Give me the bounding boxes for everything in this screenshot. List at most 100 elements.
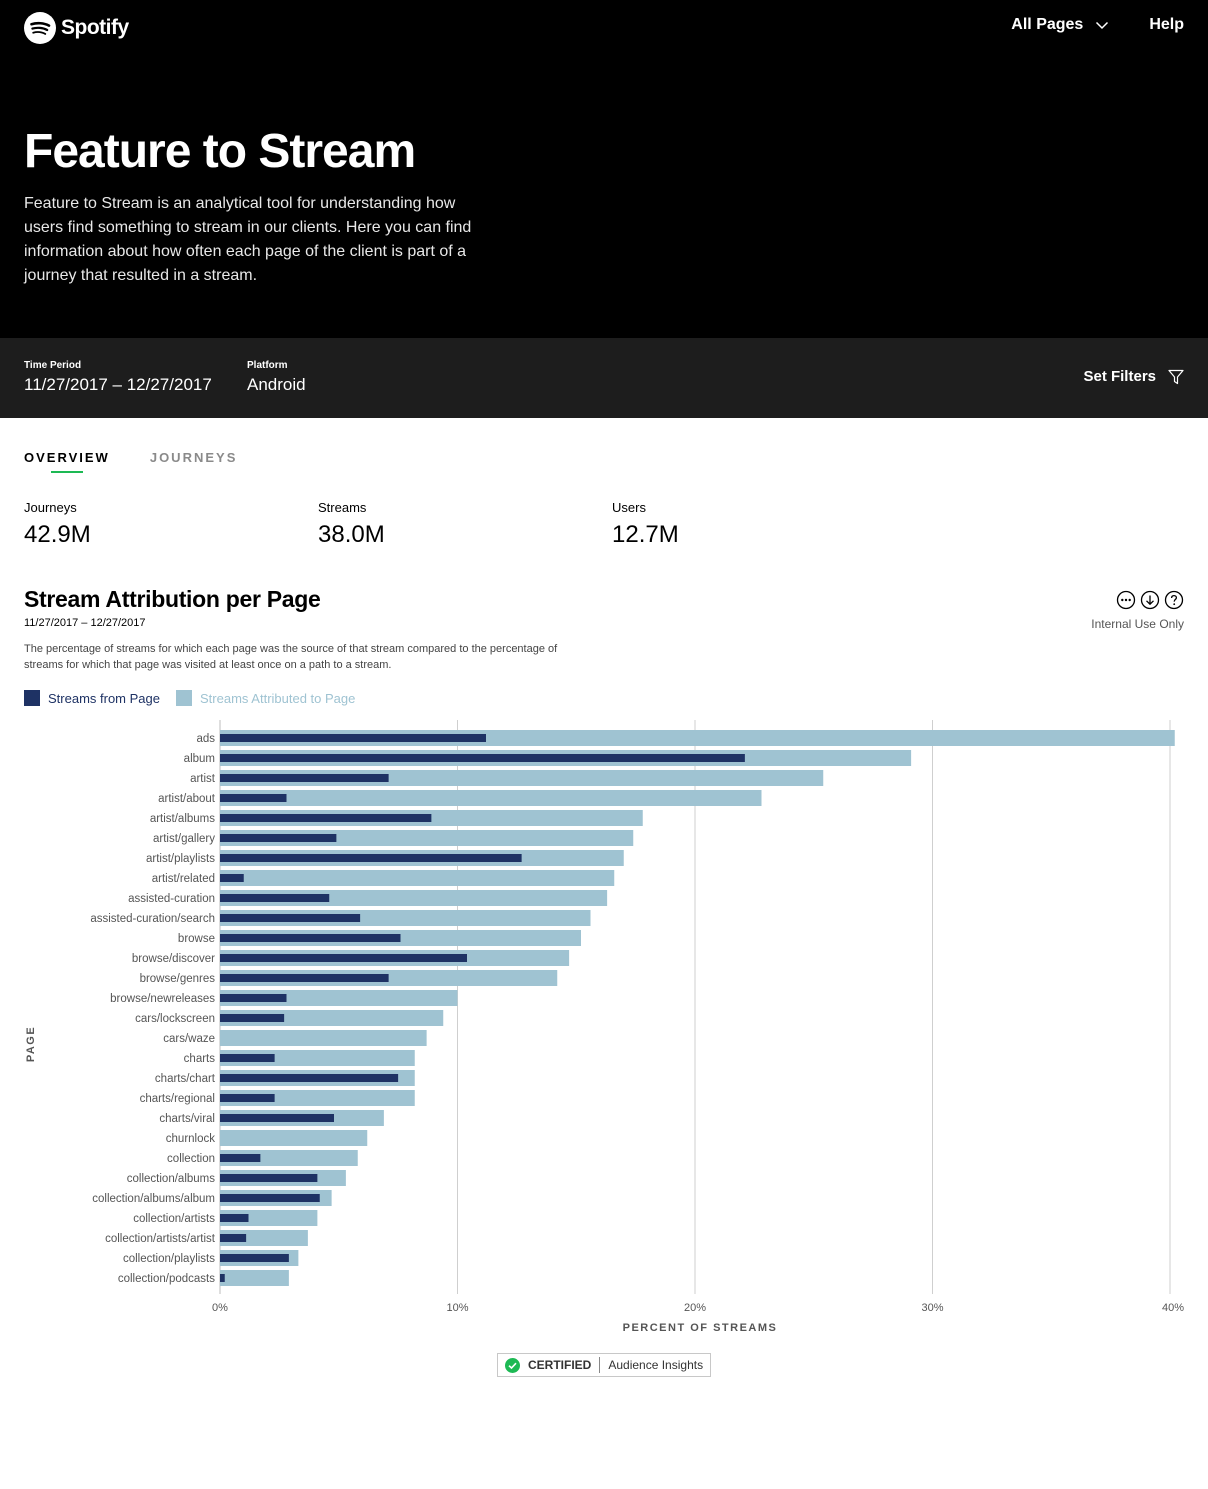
bar-streams-from-page	[220, 954, 467, 962]
bar-streams-from-page	[220, 1114, 334, 1122]
category-label: browse/genres	[140, 973, 216, 985]
category-label: ads	[196, 733, 215, 745]
bar-streams-attributed	[220, 870, 615, 886]
category-label: artist/about	[158, 793, 216, 805]
bar-streams-from-page	[220, 754, 745, 762]
all-pages-label: All Pages	[1011, 16, 1084, 33]
legend-item-streams-attributed[interactable]: Streams Attributed to Page	[176, 690, 355, 706]
time-period-label: Time Period	[24, 360, 82, 371]
category-label: charts/viral	[159, 1113, 215, 1125]
category-label: collection/playlists	[123, 1253, 215, 1265]
x-tick-label: 30%	[921, 1302, 943, 1314]
bar-streams-from-page	[220, 934, 401, 942]
category-label: cars/lockscreen	[135, 1013, 215, 1025]
set-filters-button[interactable]: Set Filters	[1083, 368, 1184, 385]
bar-streams-from-page	[220, 1074, 399, 1082]
bar-streams-from-page	[220, 914, 361, 922]
category-label: browse	[178, 933, 215, 945]
x-tick-label: 40%	[1162, 1302, 1184, 1314]
stream-attribution-chart: ads album artist artist/about artist/albums a…	[25, 720, 1184, 1334]
platform-filter: Platform Android	[247, 360, 306, 395]
download-icon[interactable]	[1140, 590, 1160, 610]
category-label: collection/artists/artist	[105, 1233, 216, 1245]
stat-label: Journeys	[24, 500, 77, 515]
category-label: browse/newreleases	[110, 993, 215, 1005]
category-label: collection	[167, 1153, 215, 1165]
spotify-logo[interactable]: Spotify	[24, 12, 129, 44]
bar-streams-from-page	[220, 834, 337, 842]
legend-label: Streams Attributed to Page	[200, 690, 356, 706]
bar-streams-from-page	[220, 794, 287, 802]
section-description: The percentage of streams for which each…	[24, 643, 558, 671]
bar-streams-from-page	[220, 874, 244, 882]
bar-streams-from-page	[220, 1234, 247, 1242]
header: Spotify All Pages Help Feature to Stream…	[0, 0, 1208, 338]
category-label: artist/related	[152, 873, 215, 885]
stat-journeys: Journeys 42.9M	[24, 500, 91, 549]
y-axis-title: PAGE	[25, 1026, 37, 1062]
category-label: collection/artists	[133, 1213, 215, 1225]
category-label: charts/regional	[140, 1093, 215, 1105]
stat-value: 38.0M	[318, 521, 385, 548]
category-label: artist/playlists	[146, 853, 215, 865]
stat-users: Users 12.7M	[612, 500, 679, 549]
more-options-icon[interactable]	[1116, 590, 1136, 610]
bar-streams-from-page	[220, 854, 522, 862]
legend-item-streams-from-page[interactable]: Streams from Page	[24, 690, 160, 706]
bar-streams-attributed	[220, 1130, 368, 1146]
category-label: collection/albums/album	[92, 1193, 215, 1205]
bar-streams-from-page	[220, 774, 389, 782]
bar-streams-attributed	[220, 1270, 289, 1286]
x-tick-label: 20%	[684, 1302, 706, 1314]
legend-swatch	[24, 690, 40, 706]
category-label: collection/albums	[127, 1173, 215, 1185]
page-description: Feature to Stream is an analytical tool …	[24, 195, 472, 284]
bar-streams-from-page	[220, 1094, 275, 1102]
help-icon[interactable]	[1164, 590, 1184, 610]
bar-streams-from-page	[220, 1014, 285, 1022]
legend-swatch	[176, 690, 192, 706]
brand-name: Spotify	[61, 16, 129, 39]
chevron-down-icon	[1096, 21, 1109, 30]
bar-streams-from-page	[220, 1254, 289, 1262]
bar-streams-from-page	[220, 1214, 249, 1222]
filter-icon	[1168, 369, 1184, 384]
tab-overview[interactable]: OVERVIEW	[24, 450, 110, 473]
check-circle-icon	[505, 1357, 520, 1373]
x-tick-label: 0%	[212, 1302, 228, 1314]
bar-streams-attributed	[220, 1030, 427, 1046]
help-link[interactable]: Help	[1149, 16, 1184, 34]
platform-value: Android	[247, 375, 306, 394]
tab-journeys[interactable]: JOURNEYS	[150, 450, 238, 473]
stat-label: Users	[612, 500, 646, 515]
stat-value: 42.9M	[24, 521, 91, 548]
top-nav: All Pages Help	[1011, 16, 1184, 34]
section-title: Stream Attribution per Page	[24, 586, 321, 612]
category-label: album	[184, 753, 215, 765]
bar-streams-from-page	[220, 1274, 225, 1282]
bar-streams-from-page	[220, 814, 432, 822]
category-label: artist	[190, 773, 216, 785]
x-tick-label: 10%	[446, 1302, 468, 1314]
section-date: 11/27/2017 – 12/27/2017	[24, 617, 146, 629]
audience-insights-label: Audience Insights	[608, 1358, 704, 1372]
stat-streams: Streams 38.0M	[318, 500, 385, 549]
bar-streams-from-page	[220, 734, 486, 742]
category-label: assisted-curation/search	[90, 913, 215, 925]
bar-streams-from-page	[220, 1174, 318, 1182]
stat-label: Streams	[318, 500, 367, 515]
legend-label: Streams from Page	[48, 690, 160, 706]
all-pages-dropdown[interactable]: All Pages	[1011, 16, 1109, 34]
certified-label: CERTIFIED	[528, 1358, 592, 1372]
bar-streams-from-page	[220, 1194, 320, 1202]
category-label: churnlock	[166, 1133, 215, 1145]
bar-streams-from-page	[220, 1054, 275, 1062]
category-label: charts	[184, 1053, 216, 1065]
view-tabs: OVERVIEW JOURNEYS	[24, 450, 277, 473]
bar-streams-from-page	[220, 1154, 261, 1162]
time-period-filter: Time Period 11/27/2017 – 12/27/2017	[24, 360, 212, 395]
chart-legend: Streams from Page Streams Attributed to …	[24, 690, 371, 706]
category-label: browse/discover	[132, 953, 215, 965]
category-label: artist/albums	[150, 813, 215, 825]
spotify-logo-icon	[24, 12, 56, 44]
